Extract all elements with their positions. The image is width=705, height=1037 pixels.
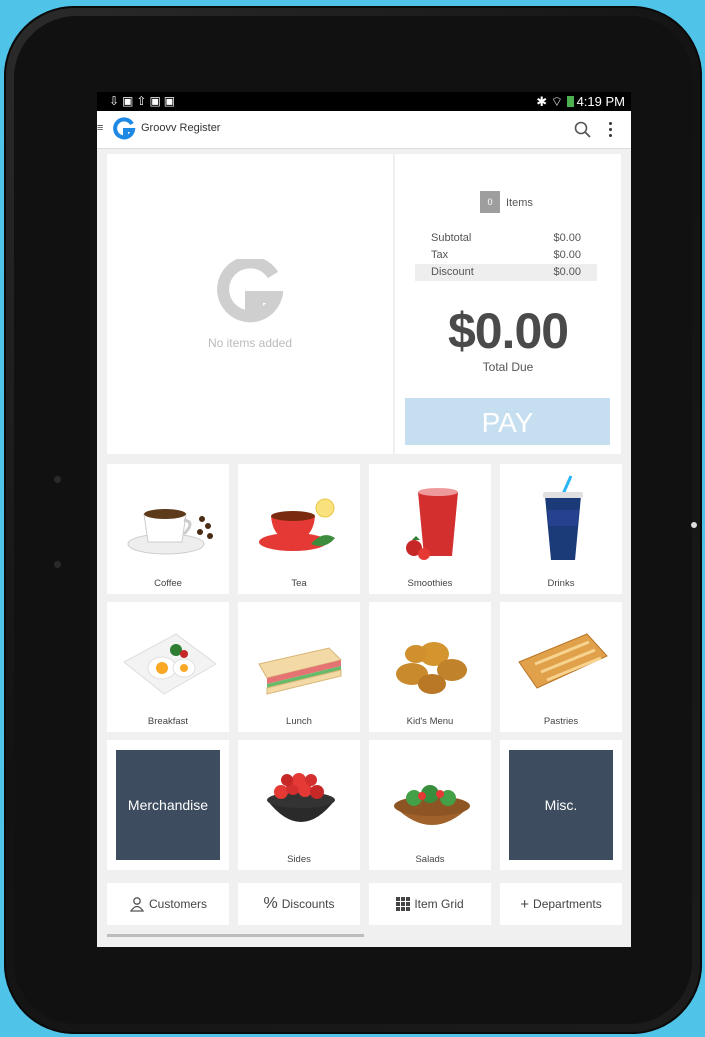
bluetooth-icon: ✱ xyxy=(536,94,548,109)
empty-cart-text: No items added xyxy=(207,336,293,350)
grid-icon xyxy=(396,897,411,911)
discount-row[interactable]: Discount $0.00 xyxy=(415,264,597,281)
category-tile-lunch[interactable]: Lunch xyxy=(238,602,360,732)
total-due-label: Total Due xyxy=(482,360,534,374)
category-label: Salads xyxy=(415,854,445,865)
tax-value: $0.00 xyxy=(553,249,581,261)
sandwich-icon xyxy=(258,647,342,695)
category-tile-sides[interactable]: Sides xyxy=(238,740,360,870)
app-bar: ≡ Groovv Register xyxy=(97,111,631,149)
customers-label: Customers xyxy=(148,897,207,911)
departments-button[interactable]: + Departments xyxy=(500,883,622,925)
category-tile-merchandise[interactable]: Merchandise xyxy=(107,740,229,870)
bottom-toolbar: Customers % Discounts Item Grid + Depart… xyxy=(107,883,622,925)
groovv-logo-icon xyxy=(113,117,136,140)
subtotal-row: Subtotal $0.00 xyxy=(415,230,597,247)
notification-icons: ⇩▣⇧▣▣ xyxy=(109,94,179,108)
category-tile-breakfast[interactable]: Breakfast xyxy=(107,602,229,732)
category-label: Kid's Menu xyxy=(406,716,454,727)
category-label: Sides xyxy=(287,854,311,865)
category-label: Lunch xyxy=(286,716,312,727)
merchandise-label: Merchandise xyxy=(116,750,220,860)
scroll-indicator[interactable] xyxy=(107,934,364,937)
item-grid-label: Item Grid xyxy=(414,897,464,911)
drink-icon xyxy=(543,475,583,560)
category-label: Pastries xyxy=(543,716,579,727)
front-camera xyxy=(691,522,697,528)
coffee-icon xyxy=(127,509,213,555)
app-title: Groovv Register xyxy=(141,122,221,134)
berries-icon xyxy=(267,773,335,822)
breakfast-icon xyxy=(123,633,217,695)
plus-icon: + xyxy=(520,895,530,913)
percent-icon: % xyxy=(263,895,278,912)
cart-panel: No items added xyxy=(107,154,393,454)
search-icon[interactable] xyxy=(573,120,593,140)
battery-icon xyxy=(566,96,574,107)
nuggets-icon xyxy=(396,642,467,694)
total-due-amount: $0.00 xyxy=(447,303,569,359)
salad-icon xyxy=(394,785,470,825)
order-summary: 0 Items Subtotal $0.00 Tax $0.00 Discoun… xyxy=(395,154,621,454)
items-label: Items xyxy=(506,197,533,209)
groovv-placeholder-icon xyxy=(217,259,283,323)
subtotal-label: Subtotal xyxy=(431,232,472,244)
pay-button[interactable]: PAY xyxy=(405,398,610,445)
tax-label: Tax xyxy=(431,249,449,261)
discounts-label: Discounts xyxy=(281,897,335,911)
tax-row: Tax $0.00 xyxy=(415,247,597,264)
category-tile-misc[interactable]: Misc. xyxy=(500,740,622,870)
customers-button[interactable]: Customers xyxy=(107,883,229,925)
category-tile-smoothies[interactable]: Smoothies xyxy=(369,464,491,594)
light-sensor xyxy=(54,561,61,568)
item-grid-button[interactable]: Item Grid xyxy=(369,883,491,925)
status-right: ✱ ⌔ 4:19 PM xyxy=(536,94,625,110)
category-tile-tea[interactable]: Tea xyxy=(238,464,360,594)
wifi-icon: ⌔ xyxy=(550,94,563,109)
departments-label: Departments xyxy=(533,897,602,911)
category-label: Tea xyxy=(291,578,307,589)
overflow-menu-icon[interactable] xyxy=(607,120,613,140)
discount-label: Discount xyxy=(431,266,474,278)
category-label: Coffee xyxy=(154,578,182,589)
clock: 4:19 PM xyxy=(576,94,625,109)
app-screen: ⇩▣⇧▣▣ ✱ ⌔ 4:19 PM ≡ Groovv Register No i… xyxy=(97,92,631,947)
item-count-badge: 0 xyxy=(478,189,500,213)
subtotal-value: $0.00 xyxy=(553,232,581,244)
category-tile-pastries[interactable]: Pastries xyxy=(500,602,622,732)
discounts-button[interactable]: % Discounts xyxy=(238,883,360,925)
totals-table: Subtotal $0.00 Tax $0.00 Discount $0.00 xyxy=(415,230,597,281)
tea-icon xyxy=(259,498,335,551)
misc-label: Misc. xyxy=(509,750,613,860)
category-label: Drinks xyxy=(547,578,575,589)
category-label: Smoothies xyxy=(407,578,453,589)
category-label: Breakfast xyxy=(147,716,189,727)
category-tile-kids-menu[interactable]: Kid's Menu xyxy=(369,602,491,732)
smoothie-icon xyxy=(406,488,458,560)
category-tile-coffee[interactable]: Coffee xyxy=(107,464,229,594)
pastry-icon xyxy=(518,633,608,689)
person-icon xyxy=(129,897,145,912)
status-bar: ⇩▣⇧▣▣ ✱ ⌔ 4:19 PM xyxy=(97,92,631,111)
discount-value: $0.00 xyxy=(553,266,581,278)
camera-sensor xyxy=(54,476,61,483)
category-tile-salads[interactable]: Salads xyxy=(369,740,491,870)
menu-icon[interactable]: ≡ xyxy=(97,122,103,134)
category-tile-drinks[interactable]: Drinks xyxy=(500,464,622,594)
